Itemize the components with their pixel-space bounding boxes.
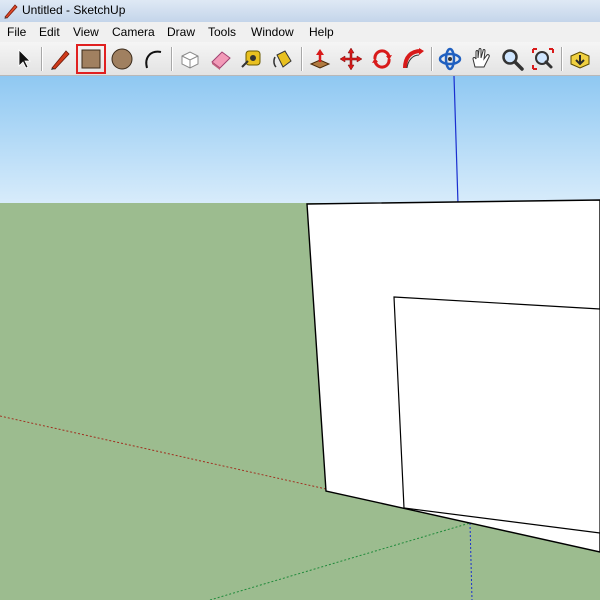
circle-icon bbox=[111, 48, 133, 70]
menu-file[interactable]: File bbox=[7, 24, 26, 40]
title-bar[interactable]: Untitled - SketchUp bbox=[0, 0, 600, 23]
paint-bucket-icon bbox=[273, 50, 292, 68]
push-pull-icon bbox=[309, 49, 331, 69]
zoom-extents-tool-button[interactable] bbox=[529, 45, 557, 73]
circle-tool-button[interactable] bbox=[108, 45, 136, 73]
toolbar-separator bbox=[301, 47, 303, 71]
eraser-icon bbox=[211, 51, 231, 70]
pan-tool-button[interactable] bbox=[467, 45, 495, 73]
push-pull-tool-button[interactable] bbox=[306, 45, 334, 73]
paint-bucket-tool-button[interactable] bbox=[269, 45, 297, 73]
hand-icon bbox=[472, 48, 490, 68]
orbit-icon bbox=[438, 47, 462, 71]
toolbar-separator bbox=[171, 47, 173, 71]
toolbar-separator bbox=[41, 47, 43, 71]
zoom-extents-icon bbox=[532, 48, 554, 70]
sketchup-app-icon bbox=[4, 4, 18, 19]
inner-rectangle-edge bbox=[393, 296, 600, 534]
toolbar-separator bbox=[561, 47, 563, 71]
move-arrows-icon bbox=[339, 47, 363, 71]
menu-help[interactable]: Help bbox=[309, 24, 334, 40]
toolbar-separator bbox=[431, 47, 433, 71]
move-tool-button[interactable] bbox=[337, 45, 365, 73]
rectangle-icon bbox=[81, 49, 101, 69]
eraser-tool-button[interactable] bbox=[207, 45, 235, 73]
arc-tool-button[interactable] bbox=[139, 45, 167, 73]
rotate-icon bbox=[372, 49, 392, 69]
sky bbox=[0, 76, 600, 204]
menu-view[interactable]: View bbox=[73, 24, 99, 40]
select-arrow-icon bbox=[18, 49, 31, 69]
tape-measure-tool-button[interactable] bbox=[238, 45, 266, 73]
follow-me-icon bbox=[403, 48, 424, 69]
rotate-tool-button[interactable] bbox=[368, 45, 396, 73]
toolbar bbox=[0, 42, 600, 76]
menu-tools[interactable]: Tools bbox=[208, 24, 236, 40]
orbit-tool-button[interactable] bbox=[436, 45, 464, 73]
get-models-button[interactable] bbox=[566, 45, 594, 73]
scene-canvas[interactable] bbox=[0, 76, 600, 600]
select-tool-button[interactable] bbox=[9, 45, 37, 73]
tape-measure-icon bbox=[241, 50, 261, 68]
get-models-icon bbox=[570, 51, 590, 69]
menu-edit[interactable]: Edit bbox=[39, 24, 60, 40]
model-viewport[interactable] bbox=[0, 76, 600, 600]
rectangle-tool-button[interactable] bbox=[76, 44, 106, 74]
zoom-tool-button[interactable] bbox=[498, 45, 526, 73]
line-tool-button[interactable] bbox=[46, 45, 74, 73]
pencil-icon bbox=[51, 50, 70, 70]
menu-draw[interactable]: Draw bbox=[167, 24, 195, 40]
make-component-button[interactable] bbox=[176, 45, 204, 73]
menu-camera[interactable]: Camera bbox=[112, 24, 155, 40]
menu-window[interactable]: Window bbox=[251, 24, 294, 40]
window-title: Untitled - SketchUp bbox=[22, 3, 126, 17]
arc-icon bbox=[145, 50, 162, 69]
magnifier-icon bbox=[502, 49, 524, 71]
follow-me-tool-button[interactable] bbox=[399, 45, 427, 73]
component-icon bbox=[181, 51, 199, 69]
menu-bar: File Edit View Camera Draw Tools Window … bbox=[0, 22, 600, 42]
